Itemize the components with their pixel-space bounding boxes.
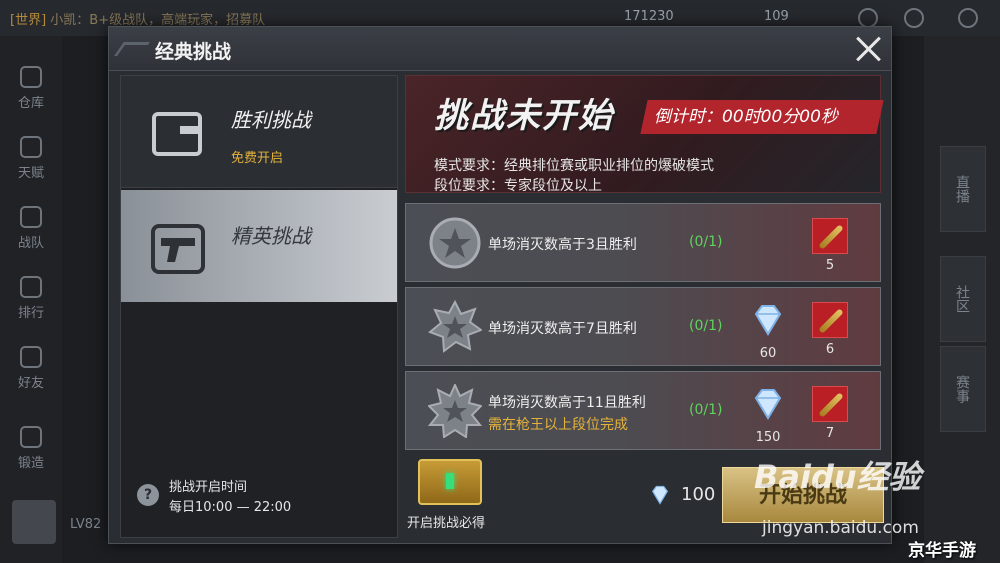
- dialog-title: 经典挑战: [155, 41, 232, 63]
- left-nav: 仓库 天赋 战队 排行 好友 锻造: [0, 36, 62, 563]
- reward-item[interactable]: 6: [808, 302, 852, 357]
- start-cost: 100: [681, 484, 716, 505]
- mail-icon[interactable]: [858, 8, 878, 28]
- task-row: 单场消灭数高于3且胜利 (0/1) 5: [405, 203, 881, 282]
- tab-victory-challenge[interactable]: 胜利挑战 免费开启: [121, 76, 397, 188]
- chest-label: 开启挑战必得: [407, 516, 486, 531]
- right-tabs: 直播 社区 赛事: [924, 36, 1000, 563]
- challenge-tab-list: 胜利挑战 免费开启 精英挑战 ? 挑战开启时间 每日10:00 — 22:00: [120, 75, 398, 538]
- watermark-brand: Baidu经验: [754, 458, 921, 496]
- reward-count: 60: [759, 346, 777, 361]
- reward-item[interactable]: 60: [746, 302, 790, 361]
- ammo-crate-icon: [812, 302, 848, 338]
- nav-item-1[interactable]: 天赋: [0, 136, 62, 181]
- nav-icon: [20, 206, 42, 228]
- watermark-url: jingyan.baidu.com: [762, 518, 919, 538]
- diamond-icon: [754, 305, 782, 336]
- right-tab-2[interactable]: 赛事: [940, 346, 986, 432]
- task-rank-note: 需在枪王以上段位完成: [488, 417, 628, 433]
- tab-free-badge: 免费开启: [231, 151, 284, 166]
- resource-2-value: 109: [764, 9, 789, 24]
- nav-item-3[interactable]: 排行: [0, 276, 62, 321]
- ammo-crate-icon: [812, 386, 848, 422]
- diamond-icon: [651, 485, 669, 505]
- star-medal-icon: [429, 217, 481, 269]
- task-row: 单场消灭数高于7且胜利 (0/1) 60 6: [405, 287, 881, 366]
- resource-1-value: 171230: [624, 9, 674, 24]
- title-decoration-icon: [114, 42, 150, 56]
- tab-elite-challenge[interactable]: 精英挑战: [121, 190, 397, 302]
- countdown-badge: 倒计时：00时00分00秒: [640, 100, 884, 134]
- nav-item-0[interactable]: 仓库: [0, 66, 62, 111]
- avatar[interactable]: [12, 500, 56, 544]
- dialog-header: 经典挑战: [109, 27, 891, 71]
- tab-label: 胜利挑战: [231, 108, 311, 132]
- gear-icon[interactable]: [904, 8, 924, 28]
- reward-item[interactable]: 150: [746, 386, 790, 445]
- task-progress: (0/1): [689, 234, 723, 250]
- ammo-crate-icon: [812, 218, 848, 254]
- reward-count: 6: [825, 342, 835, 357]
- rank-requirement: 段位要求：专家段位及以上: [434, 178, 602, 194]
- task-row: 单场消灭数高于11且胜利 需在枪王以上段位完成 (0/1) 150 7: [405, 371, 881, 450]
- wifi-icon: [958, 8, 978, 28]
- tab-label: 精英挑战: [231, 224, 311, 248]
- reward-item[interactable]: 5: [808, 218, 852, 273]
- task-text: 单场消灭数高于11且胜利: [488, 395, 646, 411]
- reward-count: 150: [755, 430, 781, 445]
- nav-icon: [20, 346, 42, 368]
- task-text: 单场消灭数高于7且胜利: [488, 321, 637, 337]
- schedule-time: 每日10:00 — 22:00: [169, 500, 292, 515]
- task-progress: (0/1): [689, 402, 723, 418]
- right-tab-0[interactable]: 直播: [940, 146, 986, 232]
- case-icon: [152, 112, 202, 156]
- status-title: 挑战未开始: [434, 96, 614, 136]
- watermark-corner: 京华手游: [908, 541, 976, 561]
- reward-count: 5: [825, 258, 835, 273]
- chat-channel: [世界]: [10, 13, 47, 28]
- task-text: 单场消灭数高于3且胜利: [488, 237, 637, 253]
- treasure-chest-icon[interactable]: [418, 459, 482, 505]
- help-icon[interactable]: ?: [137, 484, 159, 506]
- nav-icon: [20, 66, 42, 88]
- right-tab-1[interactable]: 社区: [940, 256, 986, 342]
- star-medal-icon: [428, 300, 482, 353]
- mode-requirement: 模式要求：经典排位赛或职业排位的爆破模式: [434, 158, 714, 174]
- status-banner: 挑战未开始 倒计时：00时00分00秒 模式要求：经典排位赛或职业排位的爆破模式…: [405, 75, 884, 194]
- schedule-label: 挑战开启时间: [169, 480, 248, 495]
- task-progress: (0/1): [689, 318, 723, 334]
- nav-item-4[interactable]: 好友: [0, 346, 62, 391]
- diamond-icon: [754, 389, 782, 420]
- star-medal-icon: [428, 384, 482, 438]
- nav-item-5[interactable]: 锻造: [0, 426, 62, 471]
- close-button[interactable]: [853, 33, 885, 65]
- nav-icon: [20, 426, 42, 448]
- nav-icon: [20, 136, 42, 158]
- reward-item[interactable]: 7: [808, 386, 852, 441]
- nav-item-2[interactable]: 战队: [0, 206, 62, 251]
- nav-icon: [20, 276, 42, 298]
- reward-count: 7: [825, 426, 835, 441]
- pistol-icon: [151, 224, 205, 274]
- player-level: LV82: [70, 517, 102, 532]
